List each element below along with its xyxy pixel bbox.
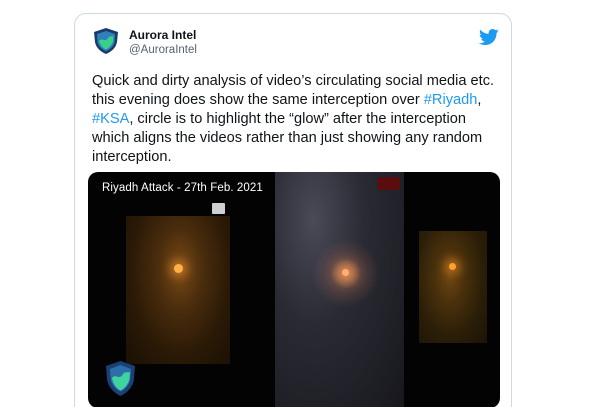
interception-glow-right [449,263,456,270]
author-handle[interactable]: @AuroraIntel [129,44,197,56]
tweet-text-separator: , [477,92,482,108]
tweet-card[interactable]: Aurora Intel @AuroraIntel Quick and dirt… [74,13,512,407]
hashtag-ksa[interactable]: #KSA [92,111,129,127]
video-frame-left [126,216,230,364]
tweet-text: Quick and dirty analysis of video’s circ… [92,72,497,167]
author-name[interactable]: Aurora Intel [129,28,196,42]
video-frame-right [419,231,487,343]
broadcaster-logo-icon [378,177,400,190]
camera-icon [212,203,225,214]
twitter-bird-icon[interactable] [479,27,499,47]
interception-glow-left [174,264,183,273]
tweet-media-image[interactable]: Riyadh Attack - 27th Feb. 2021 [88,172,500,407]
avatar-shield-icon[interactable] [92,27,120,55]
aurora-watermark-icon [106,361,135,396]
interception-glow-center [342,269,349,276]
hashtag-riyadh[interactable]: #Riyadh [424,92,478,108]
tweet-text-part2: , circle is to highlight the “glow” afte… [92,111,483,165]
video-frame-center [275,172,404,407]
media-caption: Riyadh Attack - 27th Feb. 2021 [102,182,263,194]
